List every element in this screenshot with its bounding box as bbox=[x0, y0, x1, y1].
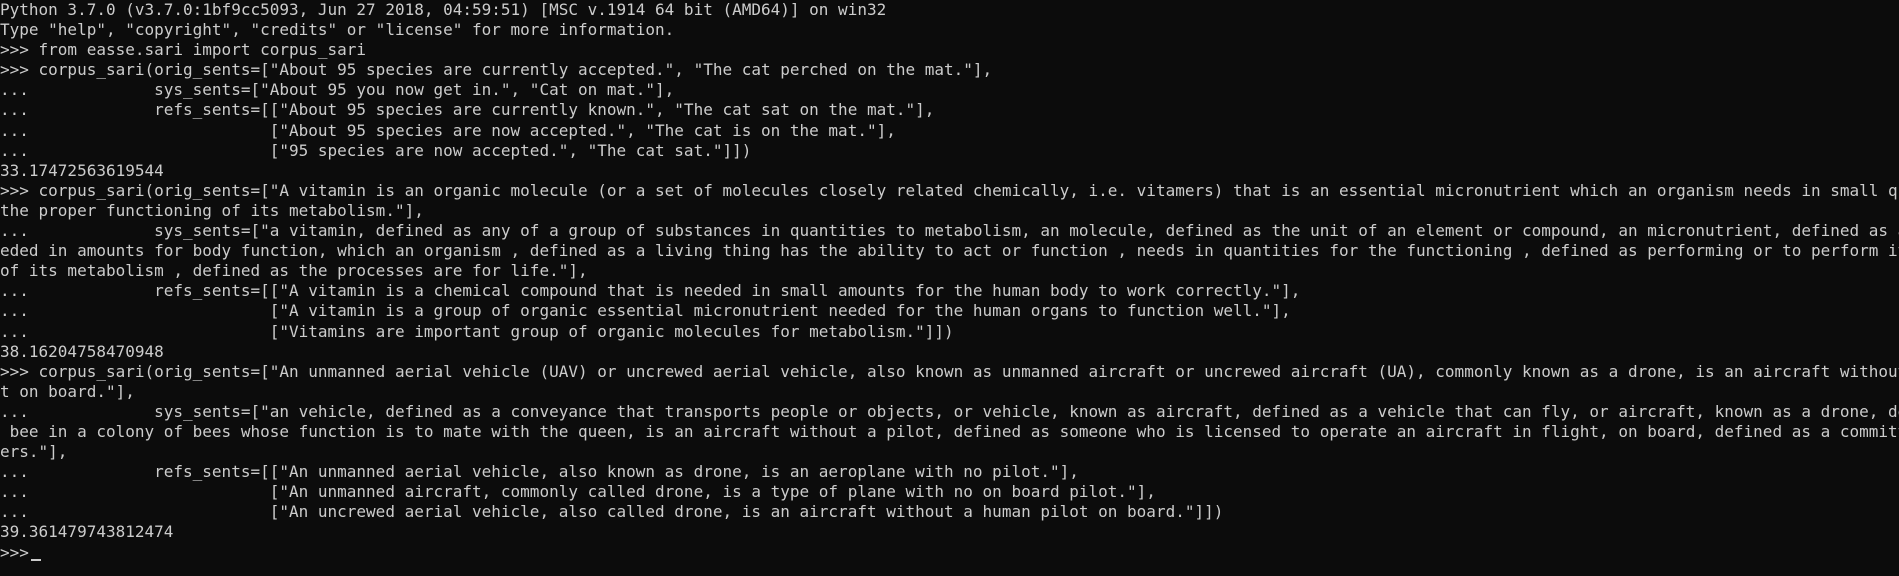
python-console-window[interactable]: Python 3.7.0 (v3.7.0:1bf9cc5093, Jun 27 … bbox=[0, 0, 1899, 576]
console-line: ... ["Vitamins are important group of or… bbox=[0, 321, 954, 341]
console-line: >>> corpus_sari(orig_sents=["About 95 sp… bbox=[0, 60, 993, 80]
console-line: Type "help", "copyright", "credits" or "… bbox=[0, 20, 675, 40]
console-line: eded in amounts for body function, which… bbox=[0, 241, 1899, 261]
input-prompt: >>> bbox=[0, 542, 29, 562]
text-cursor bbox=[30, 558, 41, 561]
console-line: ... ["95 species are now accepted.", "Th… bbox=[0, 140, 752, 160]
console-line: ... ["An unmanned aircraft, commonly cal… bbox=[0, 482, 1156, 502]
console-line: of its metabolism , defined as the proce… bbox=[0, 261, 588, 281]
console-line: >>> from easse.sari import corpus_sari bbox=[0, 40, 367, 60]
console-line: 39.361479743812474 bbox=[0, 522, 174, 542]
console-line: 33.17472563619544 bbox=[0, 160, 164, 180]
console-line: Python 3.7.0 (v3.7.0:1bf9cc5093, Jun 27 … bbox=[0, 0, 887, 19]
console-line: >>> corpus_sari(orig_sents=["A vitamin i… bbox=[0, 180, 1899, 200]
console-output: Python 3.7.0 (v3.7.0:1bf9cc5093, Jun 27 … bbox=[0, 0, 1899, 543]
console-line: ... ["About 95 species are now accepted.… bbox=[0, 120, 896, 140]
console-line: ... ["A vitamin is a group of organic es… bbox=[0, 301, 1291, 321]
console-line: the proper functioning of its metabolism… bbox=[0, 200, 424, 220]
console-line: t on board."], bbox=[0, 381, 135, 401]
console-line: ... sys_sents=["About 95 you now get in.… bbox=[0, 80, 675, 100]
console-line: ... refs_sents=[["About 95 species are c… bbox=[0, 100, 935, 120]
console-line: ... sys_sents=["an vehicle, defined as a… bbox=[0, 401, 1899, 421]
console-line: ... ["An uncrewed aerial vehicle, also c… bbox=[0, 502, 1224, 522]
console-line: >>> corpus_sari(orig_sents=["An unmanned… bbox=[0, 361, 1899, 381]
console-line: ... refs_sents=[["An unmanned aerial veh… bbox=[0, 462, 1079, 482]
console-line: ers."], bbox=[0, 442, 68, 462]
console-line: 38.16204758470948 bbox=[0, 341, 164, 361]
console-line: ... sys_sents=["a vitamin, defined as an… bbox=[0, 221, 1899, 241]
console-line: ... refs_sents=[["A vitamin is a chemica… bbox=[0, 281, 1301, 301]
input-prompt-line[interactable]: >>> bbox=[0, 543, 1899, 563]
console-line: bee in a colony of bees whose function i… bbox=[0, 421, 1899, 441]
